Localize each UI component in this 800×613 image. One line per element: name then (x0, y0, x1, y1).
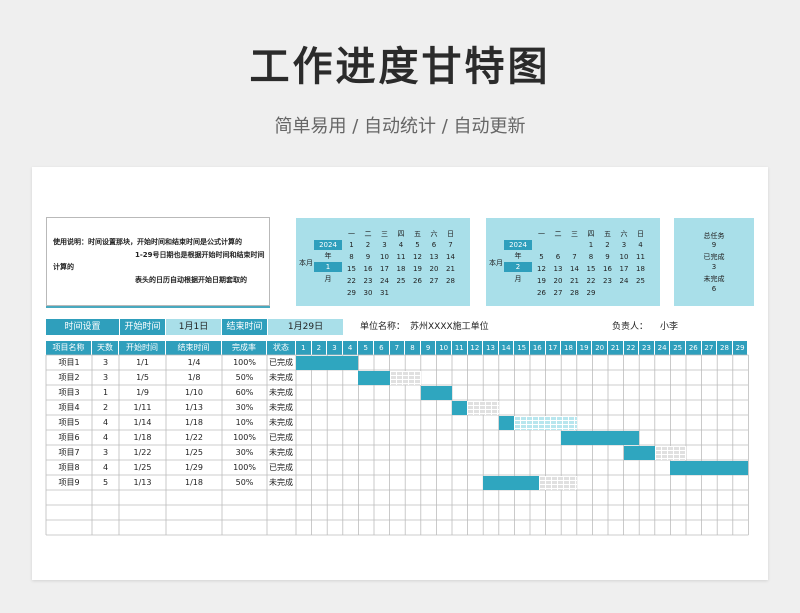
gantt-sheet: 使用说明：时间设置那块，开始时间和结束时间是公式计算的 1-29号日期也是根据开… (32, 167, 768, 580)
gantt-bar-remaining (539, 476, 577, 490)
gantt-bar-done (452, 401, 468, 415)
table-cell-status: 已完成 (269, 463, 293, 472)
table-cell-rate: 100% (233, 463, 256, 472)
table-cell-rate: 10% (235, 418, 254, 427)
gantt-bar-done (296, 356, 359, 370)
table-cell-days: 4 (102, 418, 109, 427)
table-cell-rate: 30% (235, 448, 254, 457)
table-cell-end: 1/13 (185, 403, 203, 412)
table-cell-start: 1/13 (133, 478, 152, 487)
table-cell-status: 未完成 (269, 373, 293, 382)
table-cell-name: 项目9 (58, 478, 80, 487)
page-title: 工作进度甘特图 (249, 44, 551, 90)
table-cell-end: 1/22 (185, 433, 203, 442)
table-cell-rate: 100% (233, 433, 256, 442)
table-cell-name: 项目7 (58, 448, 80, 457)
table-cell-status: 已完成 (269, 433, 293, 442)
gantt-bar-done (561, 431, 640, 445)
table-cell-end: 1/25 (185, 448, 203, 457)
gantt-bar-done (420, 386, 452, 400)
table-cell-status: 已完成 (269, 358, 293, 367)
gantt-bar-remaining (389, 371, 421, 385)
table-cell-end: 1/4 (187, 358, 201, 367)
table-cell-start: 1/18 (133, 433, 152, 442)
table-cell-start: 1/22 (133, 448, 152, 457)
table-cell-end: 1/29 (185, 463, 203, 472)
table-cell-rate: 100% (233, 358, 256, 367)
gantt-bar-done (623, 446, 655, 460)
gantt-bar-remaining (467, 401, 499, 415)
gantt-bar-remaining (514, 416, 577, 430)
table-cell-status: 未完成 (269, 388, 293, 397)
table-cell-days: 2 (102, 403, 109, 412)
table-cell-status: 未完成 (269, 448, 293, 457)
table-cell-days: 3 (102, 448, 109, 457)
gantt-bar-done (670, 461, 749, 475)
table-cell-days: 4 (102, 433, 109, 442)
table-cell-end: 1/18 (185, 418, 203, 427)
table-cell-start: 1/9 (136, 388, 149, 397)
gantt-bar-done (483, 476, 540, 490)
table-cell-start: 1/5 (136, 373, 149, 382)
table-cell-name: 项目8 (58, 463, 80, 472)
table-cell-rate: 50% (235, 373, 254, 382)
gantt-bar-done (498, 416, 515, 430)
table-cell-start: 1/1 (136, 358, 149, 367)
table-cell-name: 项目2 (58, 373, 80, 382)
gantt-bar-done (358, 371, 390, 385)
table-cell-name: 项目3 (58, 388, 80, 397)
table-cell-status: 未完成 (269, 418, 293, 427)
table-cell-end: 1/10 (185, 388, 203, 397)
table-cell-start: 1/14 (133, 418, 152, 427)
table-cell-start: 1/11 (133, 403, 152, 412)
table-cell-start: 1/25 (133, 463, 152, 472)
table-cell-rate: 30% (235, 403, 254, 412)
table-cell-rate: 60% (235, 388, 254, 397)
table-cell-days: 3 (102, 358, 109, 367)
table-cell-status: 未完成 (269, 403, 293, 412)
table-cell-days: 4 (102, 463, 109, 472)
gantt-bar-remaining (654, 446, 686, 460)
table-cell-name: 项目6 (58, 433, 80, 442)
table-cell-days: 5 (102, 478, 109, 487)
table-cell-name: 项目4 (58, 403, 80, 412)
table-cell-rate: 50% (235, 478, 254, 487)
table-cell-end: 1/8 (187, 373, 201, 382)
page-subtitle: 简单易用 / 自动统计 / 自动更新 (274, 116, 526, 137)
table-cell-days: 1 (102, 388, 109, 397)
table-cell-status: 未完成 (269, 478, 293, 487)
table-cell-days: 3 (102, 373, 109, 382)
table-cell-name: 项目1 (58, 358, 80, 367)
table-cell-end: 1/18 (185, 478, 203, 487)
table-cell-name: 项目5 (58, 418, 80, 427)
